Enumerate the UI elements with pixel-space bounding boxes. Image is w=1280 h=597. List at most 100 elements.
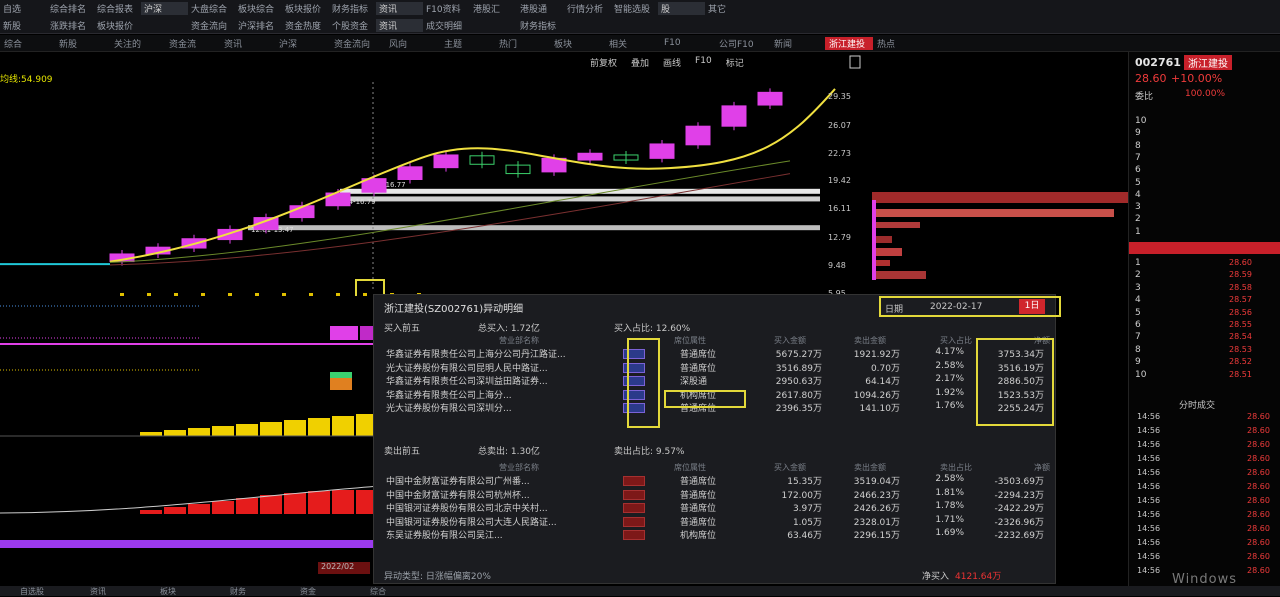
- menu-item[interactable]: 资金流向: [188, 19, 235, 32]
- windows-watermark: Windows: [1172, 572, 1238, 587]
- menu-item[interactable]: 行情分析: [564, 2, 611, 15]
- tick-time: 14:56: [1137, 524, 1161, 533]
- sell-level: 5: [1135, 177, 1141, 188]
- cell-ratio: 1.81%: [935, 487, 964, 498]
- bottom-bar: 自选股 资讯 板块 财务 资金 综合: [0, 586, 1280, 596]
- sell-level: 1: [1135, 226, 1141, 237]
- menu-item[interactable]: 涨跌排名: [47, 19, 94, 32]
- column-header: 席位属性: [674, 463, 706, 472]
- menu-item[interactable]: 新股: [0, 19, 47, 32]
- menu-item[interactable]: 沪深排名: [235, 19, 282, 32]
- tab-item[interactable]: 沪深: [275, 37, 330, 50]
- cell-buy: 2950.63万: [775, 377, 822, 387]
- menu-item[interactable]: 沪深: [141, 2, 188, 15]
- tab-item[interactable]: 资讯: [220, 37, 275, 50]
- menu-item[interactable]: 财务指标: [517, 19, 564, 32]
- chart-tool-button[interactable]: 叠加: [631, 56, 649, 69]
- buy-total: 总买入: 1.72亿: [478, 324, 540, 334]
- cell-ratio: 2.17%: [935, 374, 964, 384]
- chart-tool-button[interactable]: 前复权: [590, 56, 617, 69]
- buy-level: 8: [1135, 344, 1141, 355]
- table-row[interactable]: 中国银河证券股份有限公司大连人民路证... 普通席位 1.05万 2328.01万 1.…: [382, 515, 1052, 529]
- tick-price: 28.60: [1247, 412, 1270, 421]
- buy-level-price: 28.54: [1229, 332, 1252, 342]
- menu-item[interactable]: 港股汇: [470, 2, 517, 15]
- bottom-tab[interactable]: 资讯: [90, 586, 106, 597]
- bottom-tab[interactable]: 资金: [300, 586, 316, 597]
- table-row[interactable]: 中国银河证券股份有限公司北京中关村... 普通席位 3.97万 2426.26万 1.7…: [382, 501, 1052, 515]
- menu-item[interactable]: 其它: [705, 2, 752, 15]
- tab-item[interactable]: 公司F10: [715, 37, 770, 50]
- cell-ratio: 1.69%: [935, 528, 964, 538]
- tab-item[interactable]: 热点: [873, 37, 928, 50]
- buy-level-price: 28.56: [1229, 307, 1252, 317]
- tab-item[interactable]: 浙江建投: [825, 36, 873, 50]
- net-buy-summary: 净买入 4121.64万: [922, 569, 1001, 582]
- menu-item[interactable]: F10资料: [423, 2, 470, 15]
- red-bar: [236, 498, 258, 514]
- purple-bar: [0, 540, 380, 548]
- cell-net: -3503.69万: [994, 477, 1044, 487]
- menu-item[interactable]: 板块报价: [282, 2, 329, 15]
- tab-item[interactable]: 板块: [550, 37, 605, 50]
- menu-item[interactable]: 资金热度: [282, 19, 329, 32]
- menu-item[interactable]: 大盘综合: [188, 2, 235, 15]
- buy-level-price: 28.59: [1229, 270, 1252, 280]
- tab-item[interactable]: 风向: [385, 37, 440, 50]
- candle: [577, 152, 603, 161]
- table-row[interactable]: 光大证券股份有限公司昆明人民中路证... 普通席位 3516.89万 0.70万 2.5…: [382, 361, 1052, 375]
- tick-time: 14:56: [1137, 552, 1161, 561]
- menu-item[interactable]: 综合报表: [94, 2, 141, 15]
- tab-item[interactable]: F10: [660, 38, 715, 48]
- chart-tool-button[interactable]: 标记: [726, 56, 744, 69]
- table-row[interactable]: 东吴证券股份有限公司吴江... 机构席位 63.46万 2296.15万 1.69% -2…: [382, 528, 1052, 542]
- menu-item[interactable]: 个股资金: [329, 19, 376, 32]
- tab-item[interactable]: 关注的: [110, 37, 165, 50]
- tab-item[interactable]: 热门: [495, 37, 550, 50]
- period-button[interactable]: 1日: [1019, 299, 1045, 314]
- menu-item[interactable]: 成交明细: [423, 19, 470, 32]
- menu-item[interactable]: 自选: [0, 2, 47, 15]
- bottom-tab[interactable]: 自选股: [20, 586, 44, 597]
- cell-buy: 3.97万: [792, 504, 822, 514]
- buy-level-price: 28.51: [1229, 369, 1252, 379]
- red-bar: [332, 490, 354, 514]
- cell-name: 光大证券股份有限公司深圳分...: [386, 404, 512, 414]
- table-row[interactable]: 中国中金财富证券有限公司广州番... 普通席位 15.35万 3519.04万 2.58…: [382, 474, 1052, 488]
- table-row[interactable]: 中国中金财富证券有限公司杭州杯... 普通席位 172.00万 2466.23万 1.8…: [382, 488, 1052, 502]
- chart-tool-button[interactable]: 画线: [663, 56, 681, 69]
- tab-item[interactable]: 资金流: [165, 37, 220, 50]
- table-row[interactable]: 华鑫证券有限责任公司深圳益田路证券... 深股通 2950.63万 64.14万 2.1…: [382, 374, 1052, 388]
- stock-name[interactable]: 浙江建投: [1184, 55, 1232, 70]
- sell-level: 3: [1135, 202, 1141, 213]
- menu-item[interactable]: 股: [658, 2, 705, 15]
- bottom-tab[interactable]: 财务: [230, 586, 246, 597]
- cell-ratio: 2.58%: [935, 474, 964, 484]
- menu-item[interactable]: 综合排名: [47, 2, 94, 15]
- menu-item[interactable]: 资讯: [376, 19, 423, 32]
- last-price: 28.60: [1135, 72, 1167, 85]
- menu-item[interactable]: 板块报价: [94, 19, 141, 32]
- menu-item[interactable]: 财务指标: [329, 2, 376, 15]
- yellow-bar: [188, 428, 210, 436]
- tab-item[interactable]: 主题: [440, 37, 495, 50]
- tick-time: 14:56: [1137, 426, 1161, 435]
- tab-item[interactable]: 综合: [0, 37, 55, 50]
- menu-item[interactable]: 资讯: [376, 2, 423, 15]
- tab-item[interactable]: 新闻: [770, 37, 825, 50]
- tab-item[interactable]: 新股: [55, 37, 110, 50]
- cell-net: -2422.29万: [994, 504, 1044, 514]
- menu-item[interactable]: 港股通: [517, 2, 564, 15]
- kline-chart[interactable]: 15.77-16.7715.14-16.7912.61-13.47: [0, 52, 870, 296]
- menu-item[interactable]: 智能选股: [611, 2, 658, 15]
- bottom-tab[interactable]: 板块: [160, 586, 176, 597]
- tab-item[interactable]: 相关: [605, 37, 660, 50]
- tab-item[interactable]: 资金流向: [330, 37, 385, 50]
- chart-tool-button[interactable]: F10: [695, 56, 712, 69]
- table-row[interactable]: 华鑫证券有限责任公司上海分公司丹江路证... 普通席位 5675.27万 1921.9…: [382, 347, 1052, 361]
- cell-ratio: 1.78%: [935, 501, 964, 511]
- cell-ratio: 1.92%: [935, 387, 964, 398]
- menu-item[interactable]: 板块综合: [235, 2, 282, 15]
- bottom-tab[interactable]: 综合: [370, 586, 386, 597]
- sell-section-label: 卖出前五: [384, 447, 421, 457]
